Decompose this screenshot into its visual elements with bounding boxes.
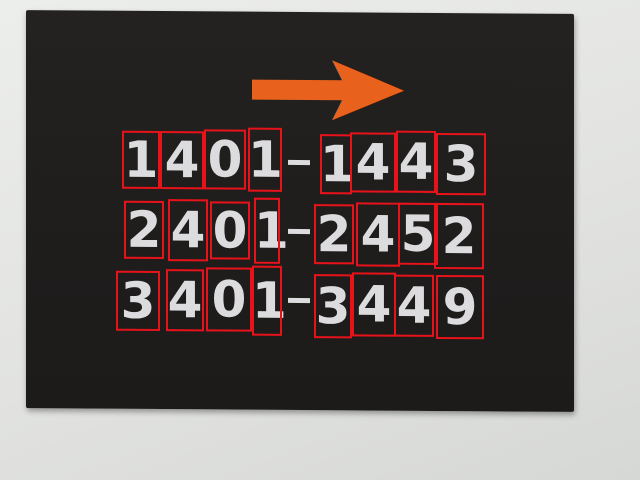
detection-box (160, 131, 204, 190)
detection-box (350, 132, 396, 193)
detection-box (204, 129, 246, 190)
detection-box (168, 199, 208, 262)
dash-character (288, 159, 310, 166)
detection-box (352, 272, 396, 337)
room-number-sign: 140114432401245234013449 (26, 10, 574, 412)
detection-box (116, 270, 160, 332)
detection-box (206, 267, 252, 332)
dash-character (288, 228, 310, 235)
detection-box (436, 274, 484, 340)
detection-box (356, 202, 400, 267)
detection-box (254, 197, 280, 264)
detection-box (314, 274, 352, 339)
detection-box (436, 132, 486, 196)
detection-box (396, 130, 436, 193)
dash-character (288, 297, 310, 304)
number-row: 34013449 (26, 10, 574, 340)
detection-box (314, 204, 354, 265)
detection-box (248, 127, 282, 192)
detection-box (166, 269, 204, 332)
detection-box (320, 134, 352, 195)
detection-box (210, 201, 250, 260)
detection-box (398, 202, 438, 265)
detection-box (252, 265, 282, 336)
detection-box (124, 200, 164, 260)
detection-box (434, 202, 484, 270)
detection-box (394, 274, 434, 337)
detection-box (122, 130, 160, 190)
